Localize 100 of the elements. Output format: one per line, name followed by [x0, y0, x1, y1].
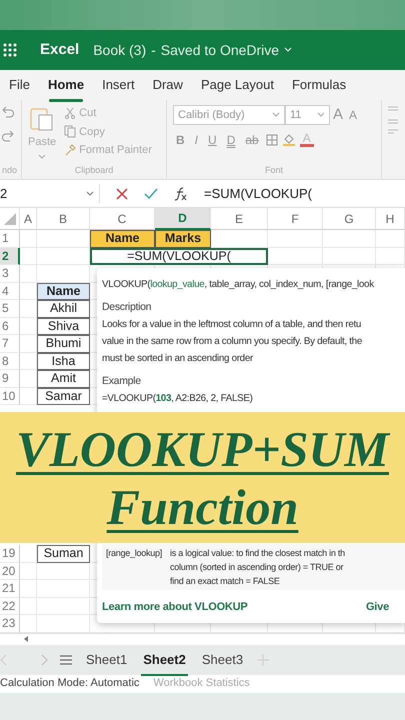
column-header[interactable]: B	[37, 208, 90, 230]
caret-icon	[317, 112, 325, 118]
undo-icon[interactable]	[2, 106, 14, 118]
argument-description-line: find an exact match = FALSE	[170, 574, 281, 588]
ribbon-tab[interactable]: File	[0, 71, 39, 99]
borders-icon[interactable]	[266, 134, 278, 146]
save-status[interactable]: Saved to OneDrive	[160, 40, 280, 60]
example-formula: =VLOOKUP(103, A2:B26, 2, FALSE)	[102, 392, 253, 406]
description-line: must be sorted in an ascending order	[102, 352, 253, 366]
grow-font-button[interactable]: A	[330, 104, 346, 126]
table-cell: Isha	[37, 352, 90, 370]
section-heading: Example	[102, 374, 141, 389]
table-cell: Samar	[37, 388, 90, 405]
row-header[interactable]: 20	[0, 562, 20, 580]
banner-title: VLOOKUP+SUM	[16, 420, 389, 476]
argument-description-line: column (sorted in ascending order) = TRUE or	[170, 560, 344, 574]
row-header[interactable]: 22	[0, 598, 20, 615]
function-icon[interactable]	[174, 186, 188, 200]
row-header[interactable]: 10	[0, 388, 20, 405]
scroll-left-icon[interactable]	[22, 635, 30, 643]
table-cell: Suman	[37, 545, 90, 562]
table-cell: Name	[90, 230, 155, 248]
row-header[interactable]: 21	[0, 580, 20, 598]
check-icon[interactable]	[144, 188, 158, 200]
formula-field[interactable]: =SUM(VLOOKUP(	[204, 184, 405, 204]
add-sheet-icon[interactable]	[257, 654, 270, 666]
font-size-field[interactable]: 11	[285, 105, 330, 126]
format-button[interactable]: U	[205, 130, 220, 148]
column-header[interactable]: H	[376, 208, 405, 230]
argument-name: [range_lookup]	[106, 546, 162, 560]
caret-icon	[86, 190, 94, 196]
column-header[interactable]: F	[268, 208, 323, 230]
cancel-icon[interactable]	[116, 188, 128, 200]
banner-subtitle: Function	[106, 478, 298, 534]
format-button[interactable]: D	[224, 130, 238, 148]
cell-editor[interactable]: =SUM(VLOOKUP(	[90, 248, 268, 265]
ribbon-tab[interactable]: Insert	[93, 71, 144, 99]
fill-color-icon[interactable]	[282, 133, 296, 146]
row-header[interactable]: 6	[0, 318, 20, 335]
app-launcher-icon[interactable]	[2, 42, 18, 58]
table-cell: Bhumi	[37, 335, 90, 352]
table-cell: Marks	[155, 230, 211, 248]
align-icon[interactable]	[388, 104, 398, 134]
feedback-link[interactable]: Give	[366, 598, 389, 615]
shrink-font-button[interactable]: A	[346, 106, 360, 124]
column-header[interactable]: A	[20, 208, 37, 230]
ribbon-tab[interactable]: Formulas	[282, 71, 356, 99]
ribbon-tab[interactable]: Home	[38, 71, 94, 99]
group-label: Font	[264, 164, 284, 176]
column-header[interactable]: E	[211, 208, 268, 230]
app-name: Excel	[40, 40, 80, 60]
title-separator: -	[151, 40, 156, 60]
column-header[interactable]: D	[155, 208, 211, 230]
caret-icon	[272, 112, 280, 118]
calculation-mode: Calculation Mode: Automatic	[0, 676, 140, 692]
function-signature: VLOOKUP(lookup_value, table_array, col_index_num, [range_look	[102, 278, 374, 292]
caret-icon	[38, 154, 46, 160]
sheet-tab[interactable]: Sheet1	[84, 646, 130, 674]
column-header[interactable]: G	[323, 208, 376, 230]
row-header[interactable]: 2	[0, 248, 20, 265]
table-cell: Shiva	[37, 318, 90, 335]
chevron-left-icon[interactable]	[0, 654, 8, 666]
select-all-icon[interactable]	[4, 212, 16, 224]
copy-icon	[64, 125, 76, 138]
table-cell: Akhil	[37, 300, 90, 318]
row-header[interactable]: 7	[0, 335, 20, 352]
ribbon-tab[interactable]: Page Layout	[192, 71, 283, 99]
name-box[interactable]: 2	[0, 184, 100, 204]
chevron-right-icon[interactable]	[40, 654, 48, 666]
format-button[interactable]: B	[173, 130, 188, 148]
group-label: ndo	[2, 164, 18, 176]
row-header[interactable]: 5	[0, 300, 20, 318]
ribbon-tab[interactable]: Draw	[144, 71, 192, 99]
row-header[interactable]: 19	[0, 545, 20, 562]
chevron-down-icon[interactable]	[284, 47, 292, 53]
brush-icon	[64, 144, 76, 157]
redo-icon[interactable]	[2, 130, 14, 142]
group-label: Clipboard	[74, 164, 114, 177]
row-header[interactable]: 1	[0, 230, 20, 248]
scissors-icon	[64, 106, 76, 120]
sheet-tab[interactable]: Sheet2	[141, 646, 188, 674]
row-header[interactable]: 4	[0, 282, 20, 300]
sheet-tab[interactable]: Sheet3	[200, 646, 246, 674]
row-header[interactable]: 3	[0, 265, 20, 282]
menu-icon[interactable]	[60, 654, 72, 664]
font-name-field[interactable]: Calibri (Body)	[173, 105, 285, 126]
table-cell: Name	[37, 282, 90, 300]
column-header[interactable]: C	[90, 208, 155, 230]
section-heading: Description	[102, 300, 152, 315]
description-line: Looks for a value in the leftmost column of a table, and then retu	[102, 318, 362, 332]
argument-description-line: is a logical value: to find the closest match in th	[170, 546, 345, 560]
document-title[interactable]: Book (3)	[93, 40, 146, 60]
format-button[interactable]: I	[192, 130, 202, 148]
learn-more-link[interactable]: Learn more about VLOOKUP	[102, 598, 248, 615]
format-button[interactable]: ab	[242, 130, 262, 148]
table-cell: Amit	[37, 370, 90, 388]
row-header[interactable]: 23	[0, 615, 20, 632]
row-header[interactable]: 8	[0, 352, 20, 370]
description-line: value in the same row from a column you specify. By default, the	[102, 335, 362, 349]
row-header[interactable]: 9	[0, 370, 20, 388]
